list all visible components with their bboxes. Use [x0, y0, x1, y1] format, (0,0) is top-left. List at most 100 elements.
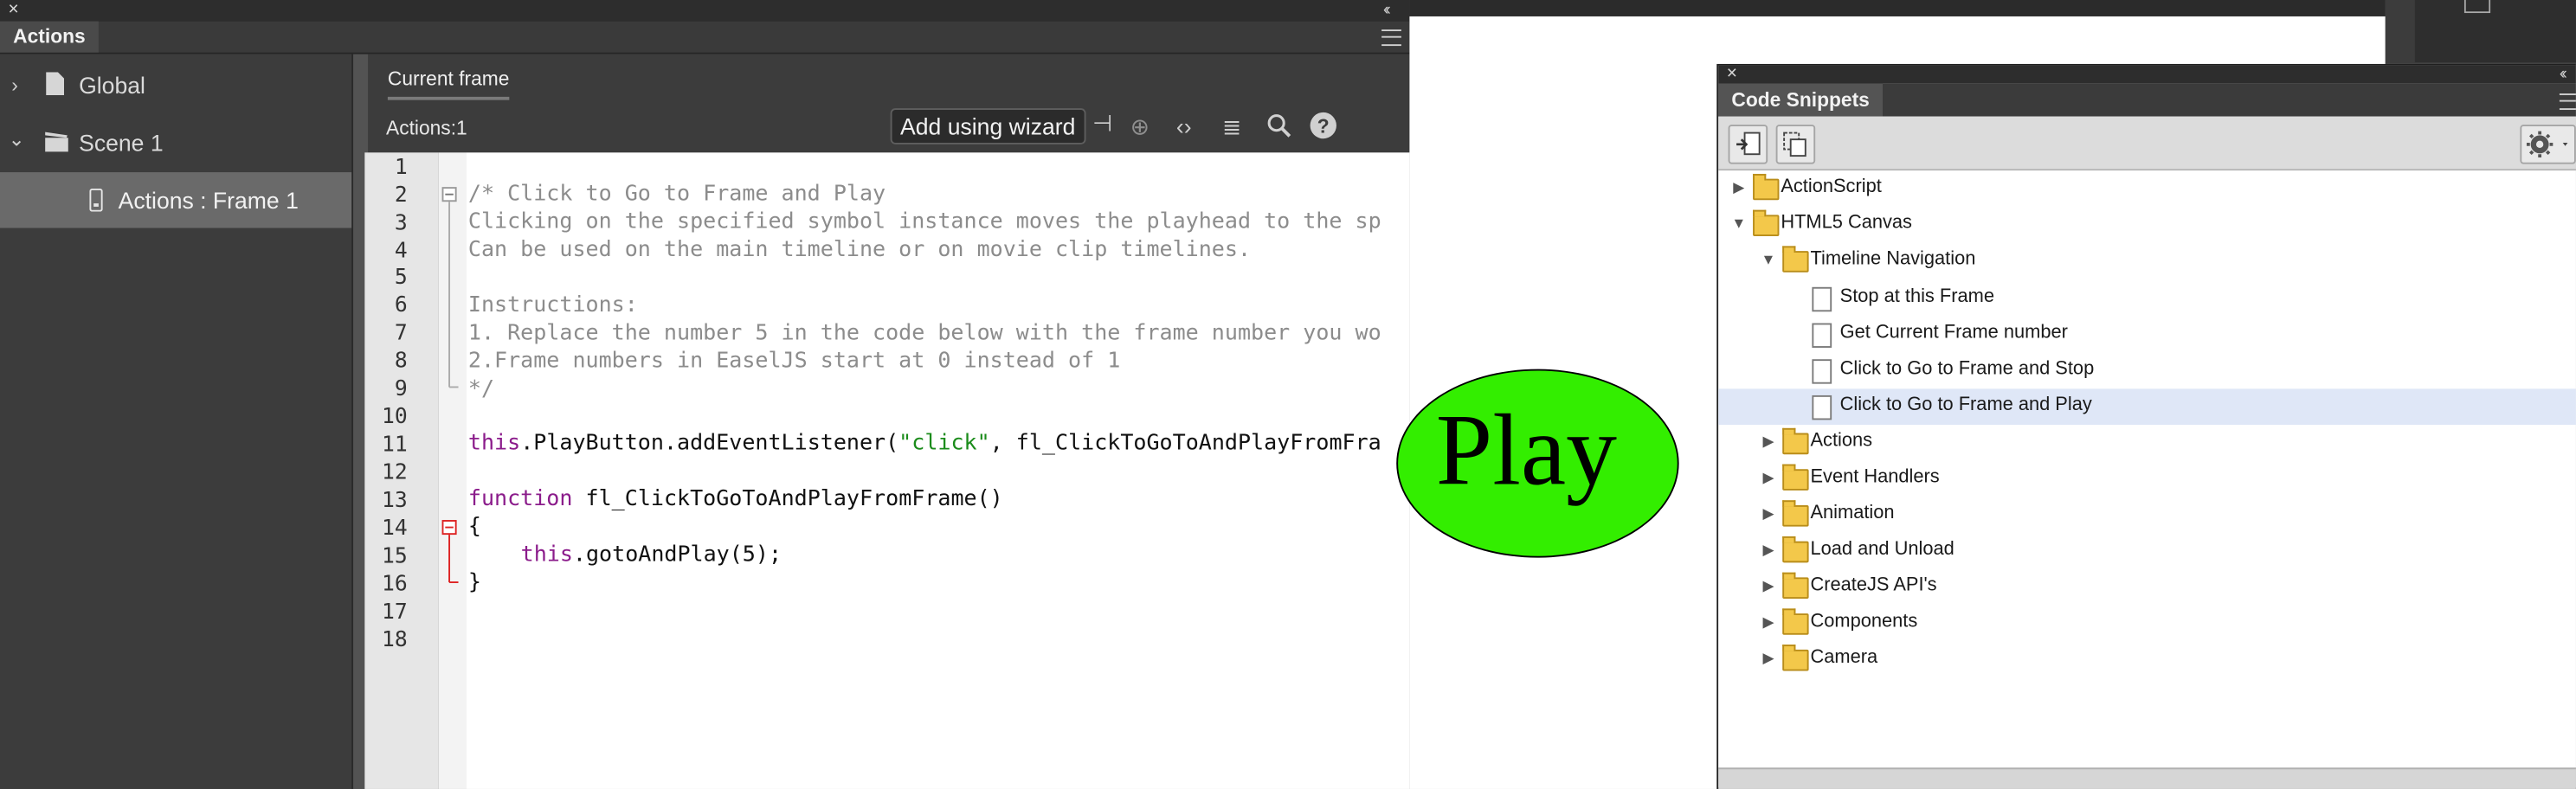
snippet-label: Timeline Navigation [1810, 249, 1976, 269]
code-line: function fl_ClickToGoToAndPlayFromFrame(… [468, 487, 1003, 511]
code-brackets-icon[interactable]: ‹› [1176, 113, 1192, 139]
line-number: 1 [394, 156, 408, 181]
app-window: × ‹‹ Actions › Global ⌄ Scene 1 Actions … [0, 0, 2576, 789]
document-icon [1812, 323, 1832, 348]
snippet-folder-actions[interactable]: ▶ Actions [1718, 425, 2576, 461]
collapse-panel-icon[interactable]: ‹‹ [2560, 66, 2566, 84]
line-number: 3 [394, 211, 408, 237]
code-line: Instructions: [467, 293, 638, 318]
snippet-folder-timeline-navigation[interactable]: ▼ Timeline Navigation [1718, 243, 2576, 279]
play-button-text: Play [1435, 394, 1617, 507]
open-folder-icon [1782, 246, 1809, 273]
line-number: 10 [381, 405, 408, 430]
tree-item-scene-1[interactable]: ⌄ Scene 1 [0, 115, 351, 170]
document-icon [1812, 286, 1832, 312]
chevron-right-icon[interactable]: ▶ [1733, 179, 1744, 197]
code-line: 2.Frame numbers in EaselJS start at 0 in… [467, 349, 1121, 375]
tab-actions[interactable]: Actions [0, 21, 99, 53]
snippet-label: Click to Go to Frame and Play [1839, 394, 2092, 415]
snippet-label: Actions [1810, 431, 1873, 452]
line-number: 18 [381, 628, 408, 653]
open-folder-icon [1753, 209, 1780, 237]
snippet-folder-camera[interactable]: ▶ Camera [1718, 641, 2576, 677]
chevron-down-icon[interactable]: ⌄ [8, 128, 24, 151]
chevron-right-icon[interactable]: ▶ [1762, 542, 1774, 560]
chevron-down-icon[interactable]: ▼ [1761, 251, 1776, 267]
chevron-right-icon[interactable]: ▶ [1762, 433, 1774, 452]
chevron-right-icon[interactable]: ▶ [1762, 613, 1774, 632]
code-line: */ [467, 377, 495, 402]
chevron-right-icon[interactable]: ▶ [1762, 505, 1774, 523]
snippet-label: CreateJS API's [1810, 575, 1937, 596]
snippet-folder-html5-canvas[interactable]: ▼ HTML5 Canvas [1718, 207, 2576, 243]
add-using-wizard-button[interactable]: Add using wizard [890, 108, 1085, 144]
code-line: Can be used on the main timeline or on m… [467, 237, 1252, 263]
tree-item-global[interactable]: › Global [0, 57, 351, 112]
add-snippet-icon [1736, 132, 1761, 156]
snippet-click-to-go-to-frame-and-stop[interactable]: Click to Go to Frame and Stop [1718, 353, 2576, 389]
snippet-stop-at-this-frame[interactable]: Stop at this Frame [1718, 280, 2576, 317]
collapse-panel-icon[interactable]: ‹‹ [1383, 2, 1390, 20]
line-number: 11 [381, 433, 408, 458]
help-icon[interactable]: ? [1310, 112, 1337, 139]
snippet-label: Event Handlers [1810, 467, 1940, 488]
tab-code-snippets[interactable]: Code Snippets [1718, 83, 1884, 117]
tree-item-label: Actions : Frame 1 [118, 187, 299, 214]
panel-menu-icon[interactable] [2559, 93, 2576, 111]
snippet-folder-components[interactable]: ▶ Components [1718, 606, 2576, 642]
code-keyword: this [520, 542, 573, 568]
close-icon[interactable]: × [8, 1, 18, 20]
folder-icon [1782, 536, 1809, 563]
actions-tree: › Global ⌄ Scene 1 Actions : Frame 1 [0, 54, 354, 789]
chevron-right-icon[interactable]: ▶ [1762, 577, 1774, 595]
line-number: 6 [394, 293, 408, 318]
add-to-panel-button[interactable] [1728, 125, 1768, 164]
snippet-label: Camera [1810, 647, 1878, 668]
chevron-right-icon[interactable]: ▶ [1762, 469, 1774, 487]
fold-markers[interactable] [441, 183, 462, 593]
pin-script-icon[interactable]: ⊣ [1092, 110, 1112, 138]
line-number: 15 [381, 544, 408, 569]
snippet-folder-event-handlers[interactable]: ▶ Event Handlers [1718, 461, 2576, 497]
panel-menu-icon[interactable] [1381, 29, 1401, 47]
tab-current-frame[interactable]: Current frame [387, 67, 510, 100]
line-number: 7 [394, 321, 408, 347]
code-string: "click" [898, 431, 990, 457]
snippet-folder-load-and-unload[interactable]: ▶ Load and Unload [1718, 533, 2576, 569]
snippets-tree: ▶ ActionScript ▼ HTML5 Canvas ▼ Timeline… [1718, 170, 2576, 768]
chevron-down-icon[interactable]: ▼ [1731, 215, 1746, 231]
snippet-folder-animation[interactable]: ▶ Animation [1718, 497, 2576, 533]
search-icon[interactable] [1266, 113, 1291, 138]
chevron-right-icon[interactable]: › [11, 74, 18, 97]
close-icon[interactable]: × [1727, 65, 1737, 84]
snippet-folder-createjs-apis[interactable]: ▶ CreateJS API's [1718, 569, 2576, 606]
chevron-right-icon[interactable]: ▶ [1762, 650, 1774, 668]
tree-item-actions-frame-1[interactable]: Actions : Frame 1 [0, 172, 352, 228]
format-code-icon[interactable]: ≣ [1222, 113, 1241, 141]
stage-top-strip [1409, 0, 2386, 16]
line-number: 2 [394, 183, 408, 208]
folder-icon [1782, 427, 1809, 455]
code-text: .PlayButton.addEventListener( [520, 431, 899, 457]
options-menu-button[interactable] [2520, 125, 2576, 164]
line-number: 4 [394, 239, 408, 265]
snippet-folder-actionscript[interactable]: ▶ ActionScript [1718, 170, 2576, 207]
resize-handle[interactable] [1718, 767, 2576, 789]
snippet-label: Click to Go to Frame and Stop [1839, 359, 2095, 379]
snippet-label: Load and Unload [1810, 539, 1955, 560]
snippet-get-current-frame-number[interactable]: Get Current Frame number [1718, 317, 2576, 353]
copy-to-clipboard-button[interactable] [1775, 125, 1816, 164]
tree-item-label: Scene 1 [79, 129, 164, 157]
fold-gutter [438, 152, 467, 789]
document-icon [1812, 394, 1832, 420]
snippet-label: HTML5 Canvas [1781, 213, 1912, 234]
actions-panel-titlebar: × ‹‹ [0, 0, 1410, 23]
tree-item-label: Global [79, 72, 145, 99]
document-icon [1812, 359, 1832, 384]
document-icon [46, 72, 65, 95]
folder-icon [1782, 645, 1809, 671]
folder-icon [1782, 500, 1809, 527]
svg-text:?: ? [1317, 115, 1330, 138]
snippet-click-to-go-to-frame-and-play[interactable]: Click to Go to Frame and Play [1718, 388, 2576, 426]
font-icon[interactable] [2463, 0, 2491, 14]
